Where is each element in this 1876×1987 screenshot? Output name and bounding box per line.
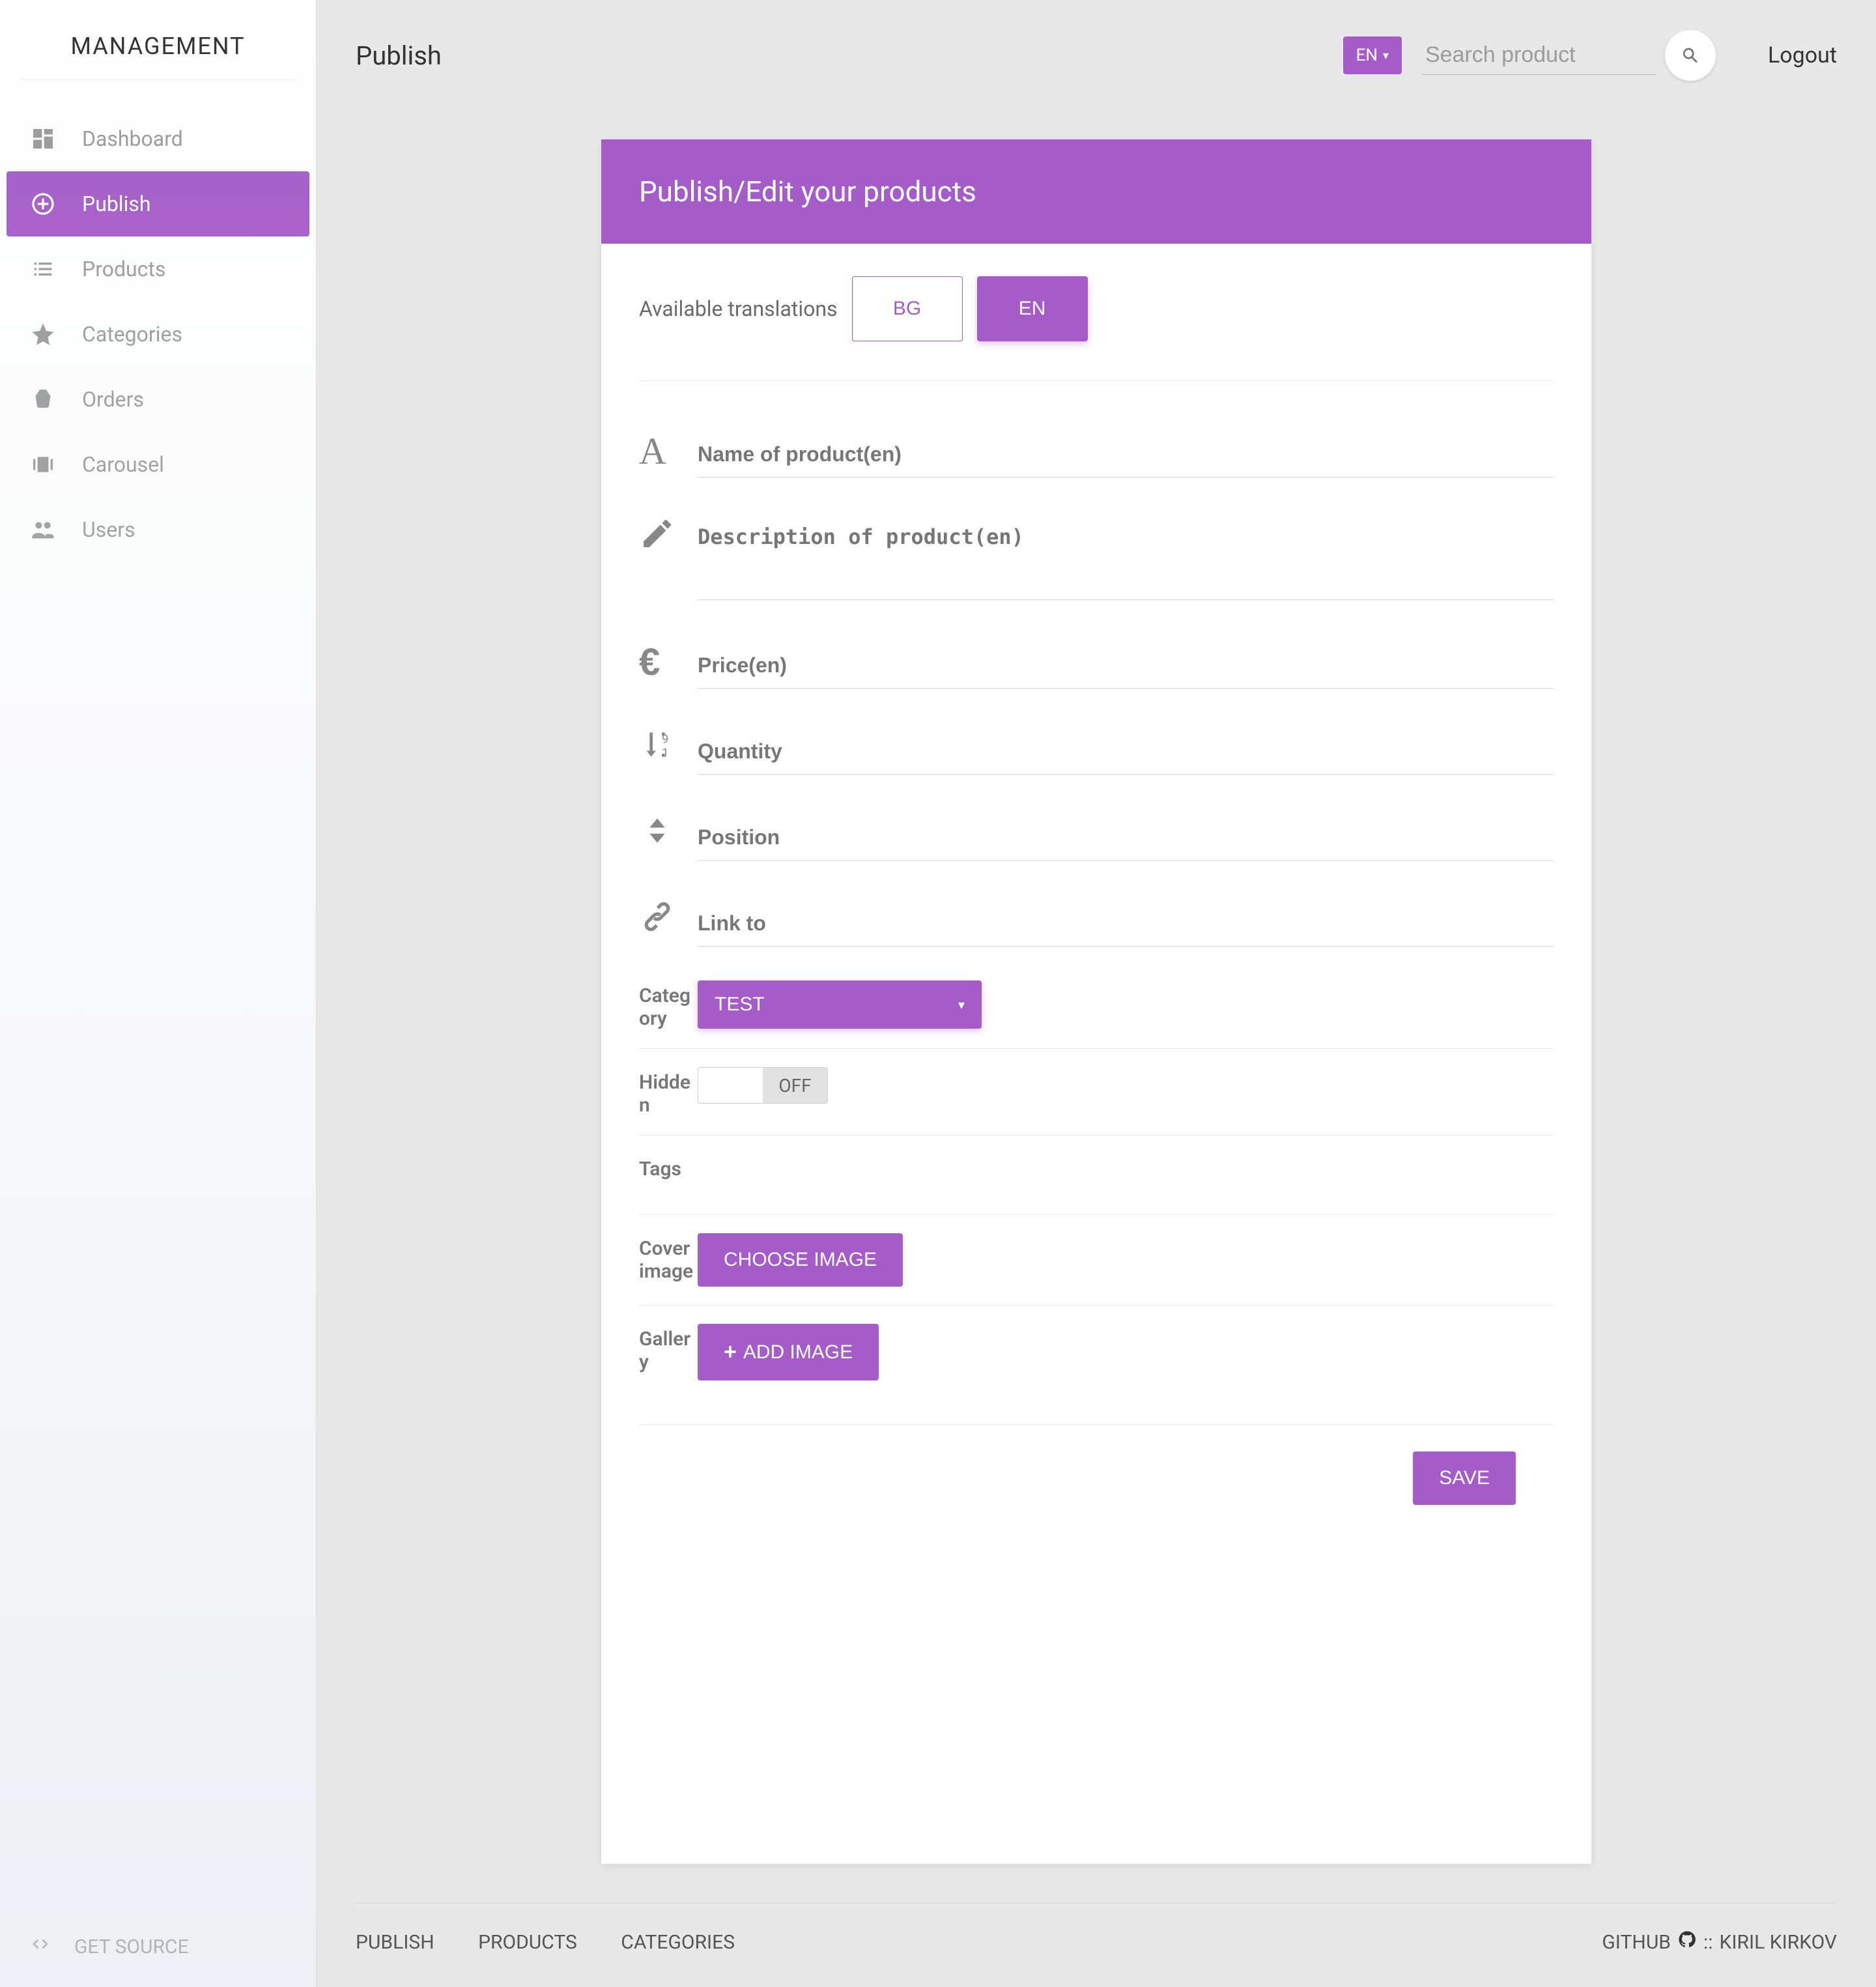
price-field: € (639, 618, 1554, 704)
tags-row: Tags (639, 1136, 1554, 1215)
sidebar: MANAGEMENT Dashboard Publish Products (0, 0, 317, 1987)
card-title: Publish/Edit your products (601, 139, 1591, 244)
plus-icon: + (724, 1339, 737, 1365)
chevron-down-icon: ▾ (958, 997, 965, 1013)
footer-right: GITHUB :: KIRIL KIRKOV (1602, 1930, 1837, 1954)
footer-link-publish[interactable]: PUBLISH (356, 1931, 434, 1954)
sidebar-footer[interactable]: GET SOURCE (0, 1906, 316, 1987)
category-select[interactable]: TEST ▾ (698, 980, 982, 1029)
list-icon (29, 255, 57, 283)
sidebar-footer-label: GET SOURCE (74, 1936, 189, 1958)
category-value: TEST (715, 994, 765, 1016)
publish-card: Publish/Edit your products Available tra… (601, 139, 1591, 1864)
footer-github-label[interactable]: GITHUB (1602, 1931, 1671, 1954)
pencil-icon (639, 509, 698, 554)
carousel-icon (29, 450, 57, 479)
gallery-label: Gallery (639, 1324, 698, 1373)
hidden-toggle[interactable]: OFF (698, 1067, 828, 1104)
sidebar-item-label: Carousel (82, 452, 164, 477)
add-image-label: ADD IMAGE (743, 1341, 853, 1364)
footer-sep: :: (1703, 1931, 1713, 1954)
price-input[interactable] (698, 634, 1554, 689)
position-input[interactable] (698, 806, 1554, 861)
github-icon (1677, 1930, 1697, 1954)
translation-en-button[interactable]: EN (977, 276, 1088, 341)
sidebar-item-dashboard[interactable]: Dashboard (7, 106, 309, 171)
search-icon (1679, 44, 1701, 66)
sidebar-item-label: Categories (82, 322, 182, 347)
sidebar-item-products[interactable]: Products (7, 236, 309, 302)
sidebar-item-label: Users (82, 517, 135, 542)
link-icon (639, 892, 698, 937)
translations-label: Available translations (639, 296, 838, 321)
save-button[interactable]: SAVE (1413, 1451, 1516, 1505)
language-label: EN (1356, 46, 1378, 65)
linkto-input[interactable] (698, 892, 1554, 947)
category-label: Category (639, 980, 698, 1030)
name-input[interactable] (698, 423, 1554, 478)
search-button[interactable] (1665, 30, 1716, 81)
card-footer: SAVE (639, 1425, 1554, 1544)
users-icon (29, 515, 57, 544)
svg-text:9: 9 (662, 732, 669, 747)
link-field (639, 876, 1554, 962)
add-circle-icon (29, 190, 57, 218)
svg-text:1: 1 (662, 746, 669, 760)
brand-title: MANAGEMENT (20, 0, 296, 80)
topbar: Publish EN ▾ Logout (317, 0, 1876, 100)
dashboard-icon (29, 124, 57, 153)
sidebar-item-label: Orders (82, 387, 144, 412)
search-input[interactable] (1421, 36, 1656, 75)
language-selector[interactable]: EN ▾ (1343, 36, 1402, 74)
sort-numeric-icon: 91 (639, 720, 698, 765)
position-field (639, 790, 1554, 876)
font-icon: A (639, 423, 698, 473)
hidden-label: Hidden (639, 1067, 698, 1117)
content: Publish/Edit your products Available tra… (317, 100, 1876, 1903)
bottombar: PUBLISH PRODUCTS CATEGORIES GITHUB :: KI… (317, 1904, 1876, 1987)
tags-input[interactable] (698, 1154, 1554, 1196)
cover-label: Cover image (639, 1233, 698, 1283)
main: Publish EN ▾ Logout Publish/Edit your pr… (317, 0, 1876, 1987)
sidebar-item-categories[interactable]: Categories (7, 302, 309, 367)
code-icon (29, 1932, 55, 1961)
category-row: Category TEST ▾ (639, 962, 1554, 1049)
quantity-field: 91 (639, 704, 1554, 790)
sidebar-item-label: Publish (82, 192, 151, 216)
chevron-down-icon: ▾ (1383, 49, 1389, 63)
toggle-off-side: OFF (763, 1068, 827, 1103)
sidebar-item-label: Dashboard (82, 126, 183, 151)
sidebar-nav: Dashboard Publish Products Categories (0, 106, 316, 1906)
sidebar-item-label: Products (82, 257, 165, 281)
euro-icon: € (639, 634, 698, 684)
description-input[interactable] (698, 509, 1554, 600)
sidebar-item-publish[interactable]: Publish (7, 171, 309, 236)
name-field: A (639, 407, 1554, 493)
choose-image-button[interactable]: CHOOSE IMAGE (698, 1233, 903, 1287)
sort-icon (639, 806, 698, 851)
logout-link[interactable]: Logout (1768, 42, 1837, 68)
tags-label: Tags (639, 1154, 698, 1180)
gallery-row: Gallery + ADD IMAGE (639, 1306, 1554, 1399)
footer-links: PUBLISH PRODUCTS CATEGORIES (356, 1931, 774, 1954)
sidebar-item-users[interactable]: Users (7, 497, 309, 562)
footer-link-products[interactable]: PRODUCTS (478, 1931, 577, 1954)
translation-bg-button[interactable]: BG (852, 276, 963, 341)
star-icon (29, 320, 57, 349)
toggle-on-side (698, 1068, 763, 1103)
sidebar-item-orders[interactable]: Orders (7, 367, 309, 432)
basket-icon (29, 385, 57, 414)
search (1421, 30, 1716, 81)
sidebar-item-carousel[interactable]: Carousel (7, 432, 309, 497)
footer-link-categories[interactable]: CATEGORIES (621, 1931, 735, 1954)
page-title: Publish (356, 40, 442, 71)
cover-row: Cover image CHOOSE IMAGE (639, 1215, 1554, 1306)
quantity-input[interactable] (698, 720, 1554, 775)
hidden-row: Hidden OFF (639, 1049, 1554, 1136)
add-image-button[interactable]: + ADD IMAGE (698, 1324, 879, 1380)
footer-author[interactable]: KIRIL KIRKOV (1720, 1931, 1837, 1954)
description-field (639, 493, 1554, 618)
translations-row: Available translations BG EN (639, 276, 1554, 381)
